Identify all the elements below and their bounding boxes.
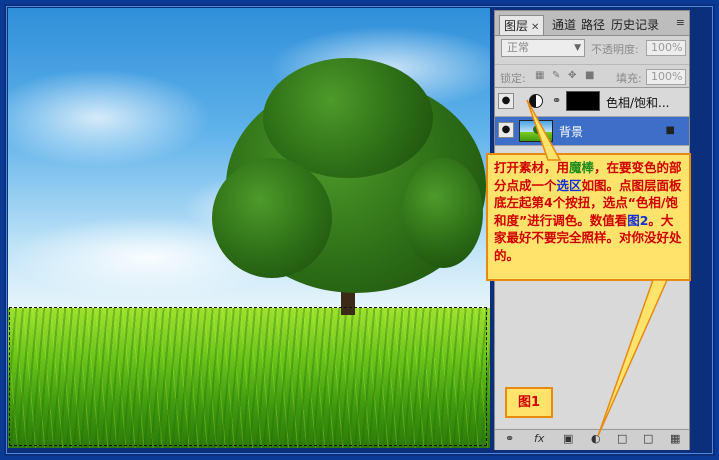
note-part-selection: 选区 bbox=[556, 177, 582, 193]
figure-label: 图1 bbox=[505, 387, 553, 418]
lock-pixels-icon[interactable]: ✎ bbox=[552, 70, 560, 81]
note-part-figure2: 图2 bbox=[627, 212, 649, 228]
adjustment-layer-icon bbox=[529, 94, 543, 108]
tab-paths-label: 路径 bbox=[581, 18, 606, 32]
eye-icon[interactable]: ● bbox=[498, 93, 514, 109]
tab-layers[interactable]: 图层 ✕ bbox=[499, 15, 545, 35]
lock-row: 锁定: ▦ ✎ ✥ ■ 填充: 100% bbox=[495, 64, 689, 87]
layer-name: 色相/饱和... bbox=[606, 96, 670, 110]
image-canvas[interactable] bbox=[8, 8, 490, 448]
eye-icon[interactable]: ● bbox=[498, 122, 514, 138]
layers-bottom-bar: ⚭ fx ▣ ◐ □ □ ▦ bbox=[495, 429, 689, 450]
blend-mode-value: 正常 bbox=[507, 41, 529, 54]
opacity-field[interactable]: 100% bbox=[646, 40, 686, 56]
folder-icon[interactable]: □ bbox=[617, 432, 627, 445]
instruction-callout: 打开素材，用魔棒，在要变色的部分点成一个选区如图。点图层面板底左起第4个按扭，选… bbox=[486, 153, 691, 281]
adjustment-icon[interactable]: ◐ bbox=[591, 432, 601, 445]
lock-icon: ■ bbox=[665, 125, 675, 136]
layer-row-adjustment[interactable]: ● ⚭ 色相/饱和... bbox=[495, 88, 689, 117]
layer-row-background[interactable]: ● 背景 ■ bbox=[495, 117, 689, 146]
lock-transparency-icon[interactable]: ▦ bbox=[535, 70, 544, 81]
panel-tabs: 图层 ✕ 通道 路径 历史记录 ≡ bbox=[495, 11, 689, 36]
tab-history[interactable]: 历史记录 bbox=[611, 15, 659, 35]
chain-link-icon[interactable]: ⚭ bbox=[552, 94, 561, 107]
new-layer-icon[interactable]: □ bbox=[643, 432, 653, 445]
tab-layers-label: 图层 bbox=[504, 19, 529, 33]
fx-icon[interactable]: fx bbox=[534, 432, 544, 445]
lock-label: 锁定: bbox=[500, 72, 526, 85]
mask-icon[interactable]: ▣ bbox=[563, 432, 573, 445]
lock-all-icon[interactable]: ■ bbox=[585, 70, 594, 81]
tree-crown-part bbox=[403, 158, 483, 268]
tab-history-label: 历史记录 bbox=[611, 18, 660, 32]
panel-menu-icon[interactable]: ≡ bbox=[676, 16, 685, 29]
fill-value: 100% bbox=[651, 70, 683, 83]
layer-name: 背景 bbox=[559, 125, 584, 139]
note-part-magic-wand: 魔棒 bbox=[569, 160, 595, 175]
close-icon[interactable]: ✕ bbox=[531, 22, 539, 33]
tree-crown-part bbox=[212, 158, 332, 278]
note-part: 打开素材，用 bbox=[494, 160, 570, 175]
tab-channels[interactable]: 通道 bbox=[552, 15, 576, 35]
tab-channels-label: 通道 bbox=[552, 18, 577, 32]
blend-mode-select[interactable]: 正常 ▼ bbox=[501, 39, 585, 57]
marquee-selection[interactable] bbox=[9, 307, 487, 446]
opacity-label: 不透明度: bbox=[591, 43, 639, 56]
opacity-value: 100% bbox=[651, 41, 683, 54]
layer-thumbnail bbox=[519, 120, 553, 142]
blend-row: 正常 ▼ 不透明度: 100% bbox=[495, 35, 689, 61]
lock-position-icon[interactable]: ✥ bbox=[568, 70, 576, 81]
chevron-down-icon: ▼ bbox=[574, 43, 581, 53]
layer-mask-thumbnail[interactable] bbox=[566, 91, 600, 111]
link-icon[interactable]: ⚭ bbox=[505, 432, 514, 445]
tab-paths[interactable]: 路径 bbox=[581, 15, 605, 35]
fill-label: 填充: bbox=[616, 72, 642, 85]
fill-field[interactable]: 100% bbox=[646, 69, 686, 85]
trash-icon[interactable]: ▦ bbox=[670, 432, 680, 445]
